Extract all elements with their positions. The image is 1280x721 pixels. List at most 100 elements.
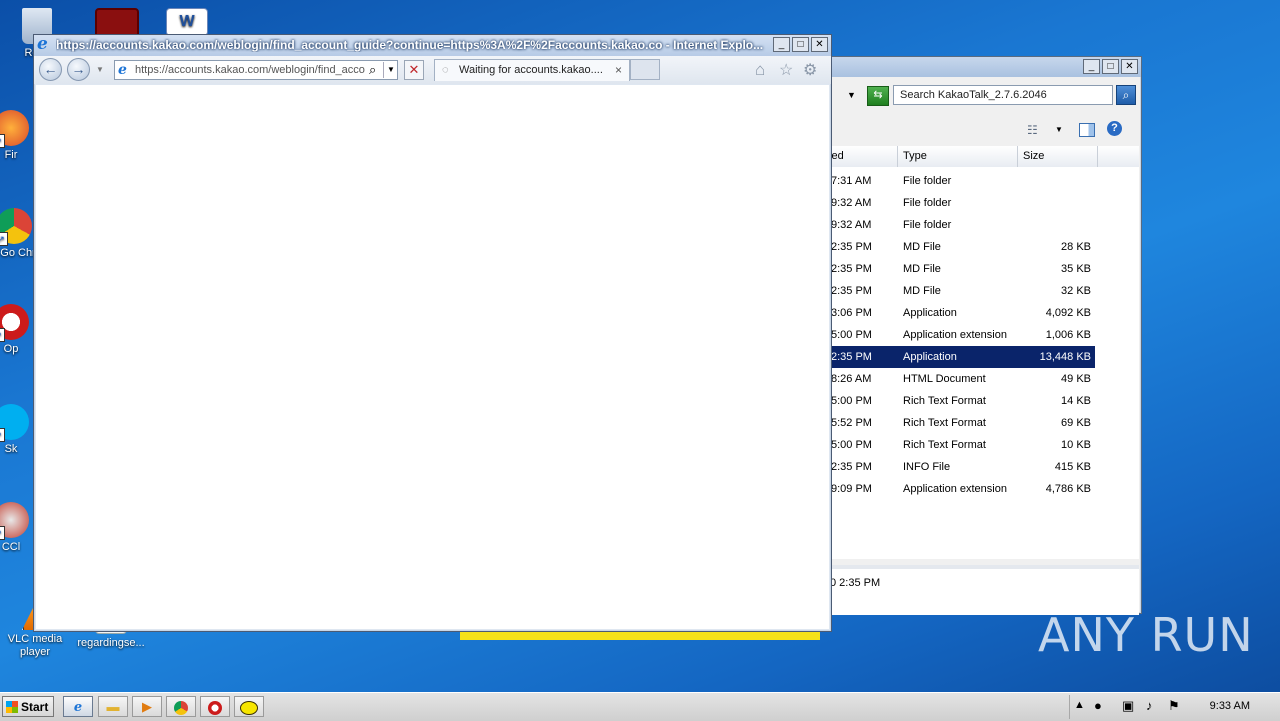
maximize-button[interactable]: □ [792,37,809,52]
forward-button[interactable]: → [67,58,90,81]
explorer-window[interactable]: _ □ ✕ ▼ ⇆ Search KakaoTalk_2.7.6.2046 ⌕ … [820,56,1142,615]
start-label: Start [21,700,49,714]
ie-window[interactable]: e https://accounts.kakao.com/weblogin/fi… [33,34,832,632]
file-list[interactable]: 7:31 AM File folder 9:32 AM File folder 9:32… [821,167,1139,559]
flag-icon[interactable]: ⚑ [1168,698,1180,714]
windows-logo-icon [6,701,18,713]
close-button[interactable]: ✕ [811,37,828,52]
table-row[interactable]: 9:32 AM File folder [821,192,1095,214]
row-type: Rich Text Format [903,395,986,407]
search-icon[interactable]: ⌕ [369,62,376,78]
table-row[interactable]: 2:35 PM Application 13,448 KB [821,346,1095,368]
row-modified: 2:35 PM [831,263,872,275]
address-bar[interactable]: e https://accounts.kakao.com/weblogin/fi… [114,60,398,80]
row-type: File folder [903,219,952,231]
taskbar-explorer-button[interactable]: ▬ [98,696,128,717]
views-icon[interactable]: ☷ [1027,123,1038,137]
table-row[interactable]: 2:35 PM MD File 28 KB [821,236,1095,258]
table-row[interactable]: 7:31 AM File folder [821,170,1095,192]
table-row[interactable]: 5:52 PM Rich Text Format 69 KB [821,412,1095,434]
table-row[interactable]: 8:26 AM HTML Document 49 KB [821,368,1095,390]
refresh-icon[interactable]: ⇆ [867,86,889,106]
column-modified[interactable]: fied [821,146,898,167]
table-row[interactable]: 9:09 PM Application extension 4,786 KB [821,478,1095,500]
taskbar-ie-button[interactable]: e [63,696,93,717]
row-size: 69 KB [1061,417,1091,429]
desktop-icon-firefox[interactable]: ↗ Fir [0,110,36,161]
stop-button[interactable]: ✕ [404,60,424,80]
search-input[interactable]: Search KakaoTalk_2.7.6.2046 [893,85,1113,105]
address-input[interactable]: https://accounts.kakao.com/weblogin/find… [135,64,365,76]
page-icon: e [118,62,127,78]
preview-pane-icon[interactable] [1079,123,1095,137]
ccleaner-icon: ↗ [0,502,29,540]
back-button[interactable]: ← [39,58,62,81]
table-row[interactable]: 3:06 PM Application 4,092 KB [821,302,1095,324]
views-dropdown-icon[interactable]: ▼ [1055,125,1063,134]
table-row[interactable]: 2:35 PM MD File 32 KB [821,280,1095,302]
network-icon[interactable]: ▣ [1122,698,1134,714]
table-row[interactable]: 9:32 AM File folder [821,214,1095,236]
row-type: INFO File [903,461,951,473]
browser-tab[interactable]: ◌ Waiting for accounts.kakao.... × [434,59,630,81]
firefox-icon: ↗ [0,110,29,148]
minimize-button[interactable]: _ [773,37,790,52]
desktop-icon-opera[interactable]: ↗ Op [0,304,36,355]
home-icon[interactable]: ⌂ [755,60,765,80]
column-size[interactable]: Size [1018,146,1098,167]
table-row[interactable]: 5:00 PM Rich Text Format 14 KB [821,390,1095,412]
chat-icon[interactable]: ● [1094,698,1102,713]
minimize-button[interactable]: _ [1083,59,1100,74]
taskbar-chrome-button[interactable] [166,696,196,717]
desktop-icon-ccleaner[interactable]: ↗ CCl [0,502,36,553]
shortcut-arrow-icon: ↗ [0,526,5,540]
taskbar-kakaotalk-button[interactable] [234,696,264,717]
row-type: Rich Text Format [903,439,986,451]
table-row[interactable]: 5:00 PM Application extension 1,006 KB [821,324,1095,346]
address-dropdown-icon[interactable]: ▼ [383,62,398,78]
start-button[interactable]: Start [2,696,54,717]
close-button[interactable]: ✕ [1121,59,1138,74]
row-type: Application extension [903,329,1007,341]
volume-icon[interactable]: ♪ [1146,698,1153,713]
new-tab-button[interactable] [630,59,660,80]
table-row[interactable]: 2:35 PM INFO File 415 KB [821,456,1095,478]
help-icon[interactable]: ? [1107,121,1122,136]
row-modified: 9:32 AM [831,219,872,231]
settings-gear-icon[interactable]: ⚙ [803,60,817,80]
row-modified: 9:09 PM [831,483,872,495]
show-hidden-icons-icon[interactable]: ▲ [1074,699,1085,711]
explorer-titlebar[interactable]: _ □ ✕ [821,57,1141,77]
row-modified: 8:26 AM [831,373,872,385]
chrome-icon: ↗ [0,208,32,246]
ie-titlebar[interactable]: e https://accounts.kakao.com/weblogin/fi… [34,35,831,56]
column-type[interactable]: Type [898,146,1018,167]
table-row[interactable]: 5:00 PM Rich Text Format 10 KB [821,434,1095,456]
watermark: ANY RUN [1038,608,1254,662]
search-icon[interactable]: ⌕ [1116,85,1136,105]
clock[interactable]: 9:33 AM [1210,700,1250,712]
tab-close-icon[interactable]: × [615,63,622,77]
row-type: File folder [903,175,952,187]
favorites-icon[interactable]: ☆ [779,60,793,80]
shortcut-arrow-icon: ↗ [0,428,5,442]
desktop-icon-skype[interactable]: ↗ Sk [0,404,36,455]
skype-icon: ↗ [0,404,29,442]
row-size: 4,786 KB [1045,483,1091,495]
page-content[interactable] [36,85,829,629]
folder-icon: ▬ [106,699,120,714]
row-size: 35 KB [1061,263,1091,275]
row-size: 28 KB [1061,241,1091,253]
ie-icon: e [73,700,83,715]
table-row[interactable]: 2:35 PM MD File 35 KB [821,258,1095,280]
row-modified: 5:52 PM [831,417,872,429]
maximize-button[interactable]: □ [1102,59,1119,74]
path-dropdown-icon[interactable]: ▼ [847,90,856,100]
taskbar-opera-button[interactable] [200,696,230,717]
kakaotalk-icon [240,700,258,715]
media-player-icon: ▶ [142,699,152,714]
history-dropdown-icon[interactable]: ▼ [96,65,104,74]
loading-spinner-icon: ◌ [442,64,449,76]
taskbar-media-player-button[interactable]: ▶ [132,696,162,717]
row-modified: 2:35 PM [831,285,872,297]
